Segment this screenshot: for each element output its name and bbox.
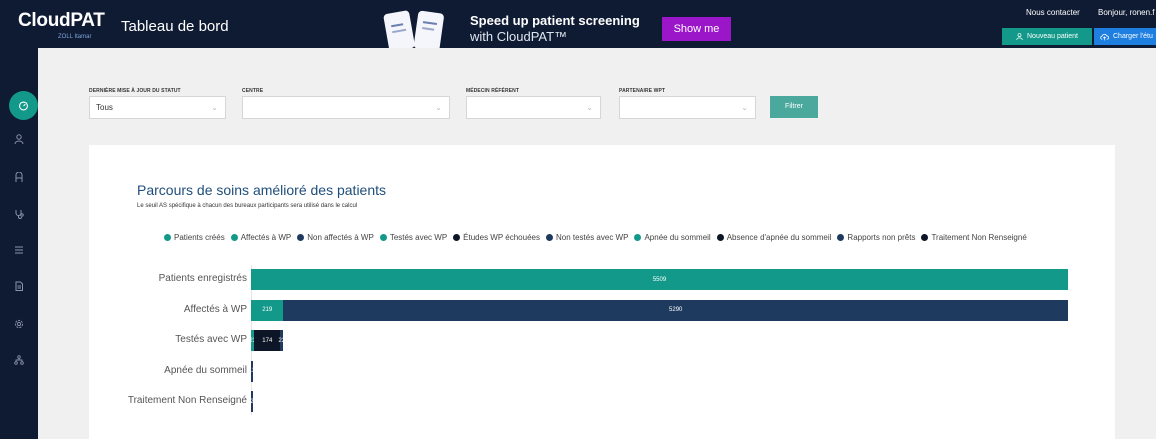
sidebar-item-settings[interactable] [0,316,38,332]
doctor-filter-label: MÉDECIN RÉFÉRENT [466,88,519,94]
sidebar-item-doctors[interactable] [0,206,38,222]
legend-label: Affectés à WP [240,233,292,242]
legend-label: Rapports non prêts [847,233,916,242]
upload-study-button[interactable]: Charger l'étu [1094,28,1156,45]
app-logo[interactable]: CloudPAT [18,10,105,32]
sidebar [0,48,38,439]
legend-item[interactable]: Non testés avec WP [545,231,629,245]
bar-segment[interactable]: 2 [250,391,254,412]
bar-value-label: 22 [278,337,286,344]
legend-item[interactable]: Études WP échouées [453,231,540,245]
legend-dot [230,234,238,241]
legend-dot [164,234,171,241]
center-select[interactable]: ⌄ [242,96,450,119]
sidebar-item-list[interactable] [0,242,38,258]
logo-subtitle: ZOLL Itamar [58,34,92,40]
legend-dot [545,234,553,241]
user-icon [1016,33,1023,40]
legend-item[interactable]: Affectés à WP [230,231,292,245]
chevron-down-icon: ⌄ [741,103,748,112]
legend-item[interactable]: Non affectés à WP [297,231,374,245]
filter-button[interactable]: Filtrer [770,96,818,118]
row-label: Traitement Non Renseigné [127,395,247,406]
status-select[interactable]: Tous ⌄ [89,96,226,119]
dashboard-icon [19,101,28,111]
chart-legend: Patients créés Affectés à WP Non affectés … [164,231,1064,245]
doctor-select[interactable]: ⌄ [466,96,601,119]
promo-phone-illustration [383,10,444,48]
network-icon [14,355,24,365]
sidebar-item-patient[interactable] [0,131,38,147]
cloud-upload-icon [1100,33,1109,40]
sidebar-item-dashboard[interactable] [9,91,38,120]
settings-icon [14,319,24,329]
legend-label: Absence d'apnée du sommeil [726,233,832,242]
bar-segment[interactable]: 13 [248,360,256,382]
legend-dot [716,234,724,241]
bar-segment[interactable]: 5290 [283,299,1068,321]
sidebar-item-users[interactable] [0,169,38,185]
chart-description: Le seuil AS spécifique à chacun des bure… [137,203,358,209]
promo-title: Speed up patient screening [470,13,640,28]
bar-value-label: 5509 [652,276,667,283]
show-me-button[interactable]: Show me [662,17,731,41]
legend-label: Études WP échouées [463,233,540,242]
bar-value-label: 2 [250,398,254,405]
chevron-down-icon: ⌄ [211,103,218,112]
legend-item[interactable]: Apnée du sommeil [634,231,711,245]
legend-label: Testés avec WP [389,233,448,242]
top-bar: CloudPAT ZOLL Itamar Tableau de bord Spe… [0,0,1156,48]
user-icon [14,134,24,144]
partner-filter-label: PARTENAIRE WPT [619,88,666,94]
legend-label: Non testés avec WP [555,233,629,242]
row-label: Patients enregistrés [158,273,247,284]
legend-label: Non affectés à WP [307,233,374,242]
legend-item[interactable]: Absence d'apnée du sommeil [716,231,832,245]
legend-dot [453,234,461,241]
bar-segment[interactable]: 22 [278,330,286,351]
bar-value-label: 5290 [669,307,683,313]
status-select-value: Tous [96,103,113,112]
chart-title: Parcours de soins amélioré des patients [137,182,387,198]
legend-label: Patients créés [174,233,225,242]
legend-item[interactable]: Testés avec WP [379,231,448,245]
row-label: Testés avec WP [175,334,247,345]
status-filter-label: DERNIÈRE MISE À JOUR DU STATUT [89,88,181,94]
bar-value-label: 219 [262,307,273,313]
new-patient-button[interactable]: Nouveau patient [1002,28,1092,45]
page-title: Tableau de bord [121,18,229,35]
bar-value-label: 174 [262,337,273,344]
legend-dot [921,234,929,241]
legend-item[interactable]: Patients créés [164,231,225,245]
new-patient-label: Nouveau patient [1027,33,1078,40]
legend-item[interactable]: Rapports non prêts [837,231,915,245]
chevron-down-icon: ⌄ [435,103,442,112]
contact-link[interactable]: Nous contacter [1026,8,1080,17]
stethoscope-icon [15,210,24,219]
chevron-down-icon: ⌄ [586,103,593,112]
row-label: Apnée du sommeil [164,364,247,376]
bar-segment[interactable]: 219 [251,299,284,321]
legend-dot [634,234,642,241]
legend-item[interactable]: Traitement Non Renseigné [921,231,1027,245]
list-icon [15,246,23,254]
partner-select[interactable]: ⌄ [619,96,756,119]
legend-dot [379,234,387,241]
center-filter-label: CENTRE [242,88,264,94]
legend-dot [837,234,845,241]
users-icon [15,172,23,182]
bar-segment[interactable]: 5509 [251,269,1068,290]
upload-study-label: Charger l'étu [1113,33,1153,40]
user-greeting[interactable]: Bonjour, ronen.f [1098,8,1154,17]
legend-dot [297,234,305,241]
bar-value-label: 13 [248,368,256,374]
promo-subtitle: with CloudPAT™ [470,29,568,44]
legend-label: Apnée du sommeil [644,233,711,242]
bar-segment[interactable]: 174 [254,330,281,351]
legend-label: Traitement Non Renseigné [931,233,1027,242]
row-label: Affectés à WP [183,303,247,315]
